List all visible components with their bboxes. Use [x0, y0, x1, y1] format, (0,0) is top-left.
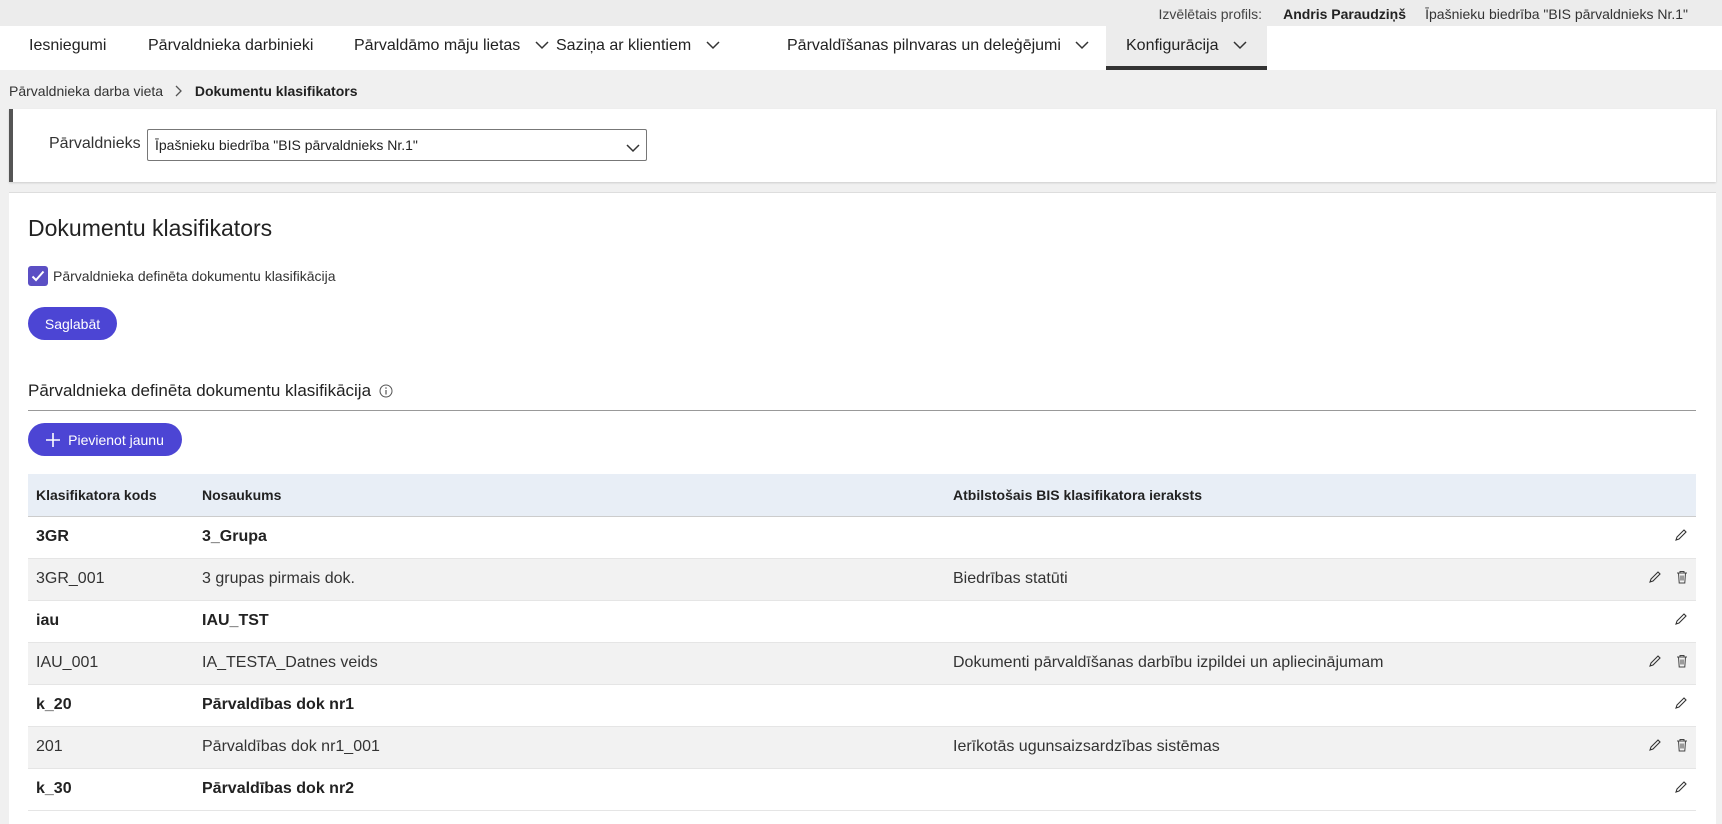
- classifier-table: Klasifikatora kods Nosaukums Atbilstošai…: [28, 474, 1696, 811]
- cell-bis: Ierīkotās ugunsaizsardzības sistēmas: [945, 726, 1616, 769]
- cell-bis: Dokumenti pārvaldīšanas darbību izpildei…: [945, 642, 1616, 685]
- custom-classification-checkbox[interactable]: [28, 266, 48, 286]
- column-header-code[interactable]: Klasifikatora kods: [28, 474, 194, 516]
- cell-bis: [945, 516, 1616, 559]
- row-actions: [1616, 642, 1696, 685]
- table-row: IAU_001 IA_TESTA_Datnes veids Dokumenti …: [28, 642, 1696, 685]
- plus-icon: [46, 432, 61, 447]
- cell-code: IAU_001: [28, 642, 194, 685]
- table-row: 201 Pārvaldības dok nr1_001 Ierīkotās ug…: [28, 726, 1696, 769]
- cell-bis: [945, 600, 1616, 643]
- cell-name: 3 grupas pirmais dok.: [194, 558, 945, 601]
- breadcrumb-current: Dokumentu klasifikators: [194, 83, 358, 99]
- custom-classification-label: Pārvaldnieka definēta dokumentu klasifik…: [53, 268, 336, 284]
- nav-label: Saziņa ar klientiem: [556, 37, 692, 55]
- cell-code: 3GR_001: [28, 558, 194, 601]
- breadcrumb: Pārvaldnieka darba vieta Dokumentu klasi…: [9, 83, 358, 100]
- row-actions: [1616, 684, 1696, 727]
- chevron-down-icon: [626, 140, 640, 156]
- cell-code: k_30: [28, 768, 194, 811]
- nav-label: Iesniegumi: [29, 37, 107, 54]
- row-actions: [1616, 516, 1696, 559]
- table-header-row: Klasifikatora kods Nosaukums Atbilstošai…: [28, 474, 1696, 516]
- profile-label: Izvēlētais profils:: [1158, 6, 1262, 22]
- section-divider: [28, 410, 1696, 411]
- manager-select-value: Īpašnieku biedrība "BIS pārvaldnieks Nr.…: [155, 137, 418, 153]
- edit-pencil-icon[interactable]: [1648, 570, 1662, 589]
- cell-name: IA_TESTA_Datnes veids: [194, 642, 945, 685]
- edit-pencil-icon[interactable]: [1674, 612, 1688, 631]
- cell-name: 3_Grupa: [194, 516, 945, 559]
- table-row: iau IAU_TST: [28, 600, 1696, 643]
- page-title: Dokumentu klasifikators: [28, 215, 273, 241]
- row-actions: [1616, 768, 1696, 811]
- nav-label: Pārvaldāmo māju lietas: [354, 37, 521, 55]
- table-row: k_20 Pārvaldības dok nr1: [28, 684, 1696, 727]
- add-new-label: Pievienot jaunu: [68, 431, 164, 448]
- delete-trash-icon[interactable]: [1676, 738, 1688, 757]
- row-actions: [1616, 726, 1696, 769]
- cell-code: k_20: [28, 684, 194, 727]
- cell-code: 201: [28, 726, 194, 769]
- table-row: 3GR 3_Grupa: [28, 516, 1696, 559]
- delete-trash-icon[interactable]: [1676, 654, 1688, 673]
- add-new-button[interactable]: Pievienot jaunu: [28, 423, 182, 456]
- nav-item-sazina[interactable]: Saziņa ar klientiem: [536, 26, 740, 70]
- cell-code: 3GR: [28, 516, 194, 559]
- nav-label: Konfigurācija: [1126, 37, 1219, 55]
- chevron-right-icon: [175, 84, 183, 100]
- custom-classification-option: Pārvaldnieka definēta dokumentu klasifik…: [28, 266, 336, 286]
- cell-code: iau: [28, 600, 194, 643]
- column-header-name[interactable]: Nosaukums: [194, 474, 945, 516]
- section-title-text: Pārvaldnieka definēta dokumentu klasifik…: [28, 381, 372, 400]
- manager-select[interactable]: Īpašnieku biedrība "BIS pārvaldnieks Nr.…: [147, 129, 647, 161]
- edit-pencil-icon[interactable]: [1674, 528, 1688, 547]
- table-row: 3GR_001 3 grupas pirmais dok. Biedrības …: [28, 558, 1696, 601]
- manager-filter-panel: Pārvaldnieks Īpašnieku biedrība "BIS pār…: [9, 109, 1716, 182]
- cell-name: Pārvaldības dok nr1: [194, 684, 945, 727]
- save-button[interactable]: Saglabāt: [28, 307, 117, 340]
- top-profile-bar: Izvēlētais profils: Andris Paraudziņš Īp…: [0, 0, 1722, 26]
- nav-label: Pārvaldnieka darbinieki: [148, 37, 314, 54]
- column-header-actions: [1616, 474, 1696, 516]
- user-name[interactable]: Andris Paraudziņš: [1283, 6, 1406, 22]
- table-row: k_30 Pārvaldības dok nr2: [28, 768, 1696, 811]
- cell-name: IAU_TST: [194, 600, 945, 643]
- nav-item-konfiguracija[interactable]: Konfigurācija: [1106, 26, 1267, 70]
- edit-pencil-icon[interactable]: [1648, 738, 1662, 757]
- edit-pencil-icon[interactable]: [1674, 780, 1688, 799]
- edit-pencil-icon[interactable]: [1674, 696, 1688, 715]
- classifier-panel: Dokumentu klasifikators Pārvaldnieka def…: [9, 192, 1716, 824]
- info-icon[interactable]: [379, 384, 393, 398]
- nav-item-maju-lietas[interactable]: Pārvaldāmo māju lietas: [334, 26, 569, 70]
- nav-item-pilnvaras[interactable]: Pārvaldīšanas pilnvaras un deleģējumi: [767, 26, 1109, 70]
- breadcrumb-parent-link[interactable]: Pārvaldnieka darba vieta: [9, 83, 163, 99]
- cell-bis: Biedrības statūti: [945, 558, 1616, 601]
- chevron-down-icon: [706, 26, 720, 66]
- edit-pencil-icon[interactable]: [1648, 654, 1662, 673]
- cell-name: Pārvaldības dok nr2: [194, 768, 945, 811]
- cell-bis: [945, 684, 1616, 727]
- column-header-bis[interactable]: Atbilstošais BIS klasifikatora ieraksts: [945, 474, 1616, 516]
- section-title: Pārvaldnieka definēta dokumentu klasifik…: [28, 381, 393, 401]
- manager-filter-label: Pārvaldnieks: [49, 135, 141, 152]
- checkmark-icon: [31, 270, 45, 282]
- cell-bis: [945, 768, 1616, 811]
- main-navigation: Iesniegumi Pārvaldnieka darbinieki Pārva…: [0, 26, 1722, 70]
- nav-item-iesniegumi[interactable]: Iesniegumi: [9, 26, 126, 70]
- chevron-down-icon: [1233, 26, 1247, 66]
- row-actions: [1616, 600, 1696, 643]
- delete-trash-icon[interactable]: [1676, 570, 1688, 589]
- nav-item-darbinieki[interactable]: Pārvaldnieka darbinieki: [128, 26, 333, 70]
- chevron-down-icon: [1075, 26, 1089, 66]
- row-actions: [1616, 558, 1696, 601]
- organization-name[interactable]: Īpašnieku biedrība "BIS pārvaldnieks Nr.…: [1425, 6, 1688, 22]
- cell-name: Pārvaldības dok nr1_001: [194, 726, 945, 769]
- nav-label: Pārvaldīšanas pilnvaras un deleģējumi: [787, 37, 1061, 55]
